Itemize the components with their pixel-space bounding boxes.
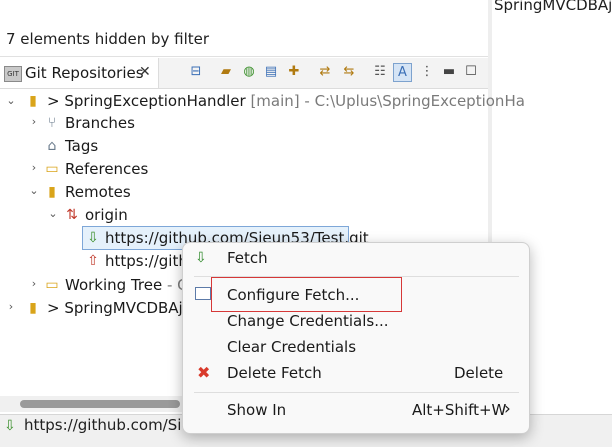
tree-item-remotes[interactable]: Remotes — [65, 181, 131, 203]
chevron-down-icon[interactable]: ⌄ — [5, 94, 17, 107]
remotes-icon: ▮ — [48, 184, 56, 200]
minimize-icon[interactable]: ▬ — [440, 63, 458, 81]
clone-repository-icon[interactable]: ◍ — [240, 63, 258, 81]
text-layout-icon[interactable]: A — [393, 63, 412, 82]
menu-item-delete-fetch[interactable]: Delete Fetch — [227, 364, 322, 382]
fetch-icon: ⇩ — [195, 250, 207, 266]
menu-item-clear-credentials[interactable]: Clear Credentials — [227, 338, 356, 356]
right-pane-title: SpringMVCDBAjax — [494, 0, 612, 14]
maximize-icon[interactable]: ☐ — [462, 63, 480, 81]
fetch-url-icon: ⇩ — [87, 230, 99, 246]
add-repository-icon[interactable]: ▰ — [217, 63, 235, 81]
menu-item-change-credentials[interactable]: Change Credentials... — [227, 312, 389, 330]
view-menu-icon[interactable]: ⋮ — [418, 63, 436, 81]
chevron-right-icon[interactable]: › — [28, 115, 40, 128]
tree-item-references[interactable]: References — [65, 158, 148, 180]
repository-icon: ▮ — [29, 93, 37, 109]
refresh-icon[interactable]: ⇆ — [340, 63, 358, 81]
submenu-arrow-icon: › — [504, 399, 511, 419]
tree-item-working-tree[interactable]: Working Tree - C — [65, 274, 188, 296]
repository-icon: ▮ — [29, 300, 37, 316]
push-url-icon: ⇧ — [87, 253, 99, 269]
tree-item-branches[interactable]: Branches — [65, 112, 135, 134]
close-icon[interactable]: ✕ — [139, 64, 151, 80]
tree-item-repo-spring-mvc-db-ajax[interactable]: > SpringMVCDBAja — [47, 297, 192, 319]
tags-icon: ⌂ — [47, 138, 57, 154]
tree-item-repo-spring-exception-handler[interactable]: > SpringExceptionHandler [main] - C:\Upl… — [47, 90, 525, 112]
link-with-editor-icon[interactable]: ⇄ — [316, 63, 334, 81]
filter-message: 7 elements hidden by filter — [6, 30, 210, 48]
working-tree-icon: ▭ — [45, 277, 59, 293]
scrollbar-thumb[interactable] — [20, 400, 180, 408]
delete-shortcut: Delete — [454, 364, 504, 382]
branches-icon: ⑂ — [47, 115, 57, 131]
chevron-down-icon[interactable]: ⌄ — [47, 207, 59, 220]
configure-fetch-icon — [195, 287, 211, 300]
chevron-down-icon[interactable]: ⌄ — [28, 184, 40, 197]
git-repositories-icon: GIT — [4, 66, 22, 82]
fetch-url-icon: ⇩ — [4, 418, 16, 434]
chevron-right-icon[interactable]: › — [28, 161, 40, 174]
repo-path: - C:\Uplus\SpringExceptionHa — [304, 92, 525, 110]
filter-info-area — [0, 0, 488, 57]
tree-item-tags[interactable]: Tags — [65, 135, 98, 157]
repo-name: SpringExceptionHandler — [64, 92, 246, 110]
tree-item-origin[interactable]: origin — [85, 204, 128, 226]
delete-icon: ✖ — [197, 363, 211, 382]
hierarchical-layout-icon[interactable]: ☷ — [371, 63, 389, 81]
repo-branch: [main] — [250, 92, 300, 110]
folder-icon: ▭ — [45, 161, 59, 177]
menu-item-show-in[interactable]: Show In — [227, 401, 286, 419]
add-existing-repository-icon[interactable]: ✚ — [285, 63, 303, 81]
chevron-right-icon[interactable]: › — [28, 277, 40, 290]
show-in-shortcut: Alt+Shift+W — [412, 401, 507, 419]
menu-separator — [194, 392, 519, 393]
create-repository-icon[interactable]: ▤ — [262, 63, 280, 81]
chevron-right-icon[interactable]: › — [5, 300, 17, 313]
collapse-all-icon[interactable]: ⊟ — [187, 63, 205, 81]
tab-label: Git Repositories — [25, 64, 144, 82]
menu-item-fetch[interactable]: Fetch — [227, 249, 268, 267]
focus-highlight — [211, 277, 402, 312]
remote-origin-icon: ⇅ — [66, 207, 78, 223]
tree-item-push-url[interactable]: https://gith — [105, 250, 188, 272]
